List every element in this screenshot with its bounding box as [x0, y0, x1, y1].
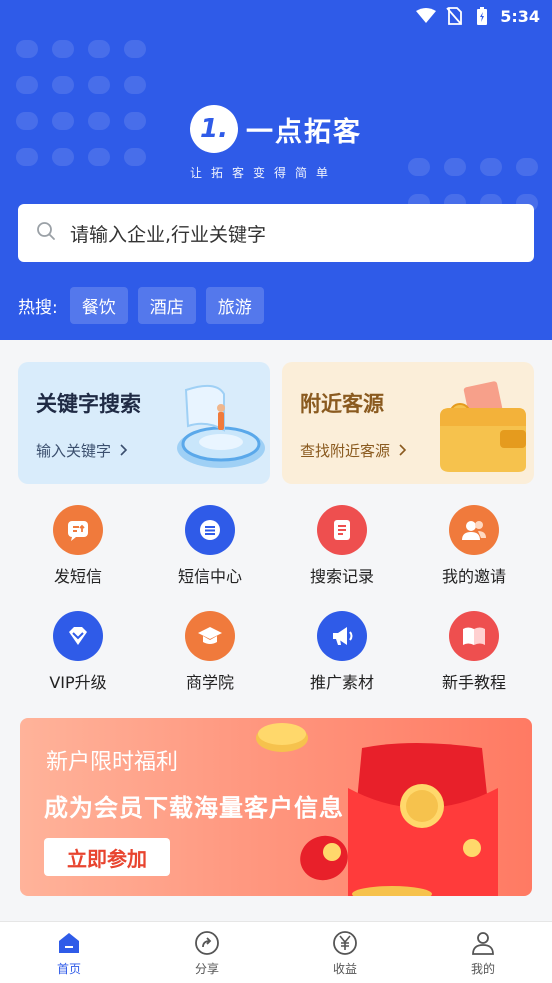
yuan-icon	[331, 929, 359, 957]
grid-item-tutorial[interactable]: 新手教程	[408, 611, 540, 693]
sms-center-icon	[185, 505, 235, 555]
wallet-illustration	[440, 381, 526, 472]
banner-subtitle: 新户限时福利	[46, 750, 179, 775]
grid-label: 商学院	[185, 673, 234, 692]
grid-item-search-record[interactable]: 搜索记录	[276, 505, 408, 587]
battery-charging-icon	[472, 6, 492, 26]
hot-search: 热搜: 餐饮 酒店 旅游	[18, 287, 264, 324]
function-grid: 发短信 短信中心 搜索记录 我的邀请 VIP升级 商学院 推广素材 新手教程	[0, 505, 552, 693]
logo-mark: 1.	[190, 105, 238, 153]
grid-label: 短信中心	[177, 567, 242, 586]
grid-label: 搜索记录	[309, 567, 374, 586]
send-sms-icon	[53, 505, 103, 555]
app-screen: 5:34 1. 一点拓客 让拓客变得简单 请输入企业,行业关键字 热搜: 餐饮 …	[0, 0, 552, 983]
vip-diamond-icon	[53, 611, 103, 661]
tab-label: 我的	[470, 961, 495, 976]
search-icon	[36, 221, 56, 245]
hot-tag[interactable]: 酒店	[137, 287, 196, 324]
grid-label: 我的邀请	[441, 567, 506, 586]
tab-mine[interactable]: 我的	[414, 922, 552, 983]
decor-dots	[16, 40, 146, 170]
app-logo: 1. 一点拓客	[190, 105, 362, 153]
hot-tag[interactable]: 餐饮	[69, 287, 128, 324]
grid-item-sms-center[interactable]: 短信中心	[144, 505, 276, 587]
share-icon	[193, 929, 221, 957]
search-bar[interactable]: 请输入企业,行业关键字	[18, 204, 534, 262]
grid-label: 推广素材	[309, 673, 374, 692]
tab-label: 收益	[332, 961, 357, 976]
status-bar: 5:34	[416, 4, 540, 28]
banner-title: 成为会员下载海量客户信息	[44, 794, 344, 822]
grid-label: 发短信	[53, 567, 102, 586]
grid-item-business-school[interactable]: 商学院	[144, 611, 276, 693]
chevron-right-icon	[119, 442, 129, 460]
status-time: 5:34	[500, 6, 540, 26]
search-platform-illustration	[177, 384, 265, 468]
header: 5:34 1. 一点拓客 让拓客变得简单 请输入企业,行业关键字 热搜: 餐饮 …	[0, 0, 552, 340]
join-now-button[interactable]: 立即参加	[44, 838, 170, 876]
megaphone-icon	[317, 611, 367, 661]
slogan: 让拓客变得简单	[190, 166, 338, 180]
grid-item-vip-upgrade[interactable]: VIP升级	[12, 611, 144, 693]
invite-icon	[449, 505, 499, 555]
tab-home[interactable]: 首页	[0, 922, 138, 983]
book-icon	[449, 611, 499, 661]
grid-item-send-sms[interactable]: 发短信	[12, 505, 144, 587]
search-record-icon	[317, 505, 367, 555]
tab-share[interactable]: 分享	[138, 922, 276, 983]
grid-item-my-invite[interactable]: 我的邀请	[408, 505, 540, 587]
tab-label: 分享	[194, 961, 219, 976]
bottom-tab-bar: 首页 分享 收益 我的	[0, 921, 552, 983]
tab-earnings[interactable]: 收益	[276, 922, 414, 983]
user-icon	[469, 929, 497, 957]
card-title: 关键字搜索	[36, 392, 141, 416]
app-name: 一点拓客	[246, 116, 362, 148]
promo-banner[interactable]: 新户限时福利 成为会员下载海量客户信息 立即参加	[20, 718, 532, 896]
no-sim-icon	[444, 6, 464, 26]
card-subtitle-text: 查找附近客源	[300, 442, 391, 460]
grid-label: VIP升级	[49, 673, 107, 692]
card-subtitle: 查找附近客源	[300, 440, 408, 461]
hot-tag[interactable]: 旅游	[205, 287, 264, 324]
nearby-customers-card[interactable]: 附近客源 查找附近客源	[282, 362, 534, 484]
hot-search-label: 热搜:	[18, 298, 58, 318]
tab-label: 首页	[56, 961, 81, 976]
grid-label: 新手教程	[441, 673, 506, 692]
grid-item-promo-material[interactable]: 推广素材	[276, 611, 408, 693]
card-subtitle-text: 输入关键字	[36, 442, 112, 460]
card-subtitle: 输入关键字	[36, 440, 129, 461]
search-placeholder: 请输入企业,行业关键字	[70, 223, 267, 246]
keyword-search-card[interactable]: 关键字搜索 输入关键字	[18, 362, 270, 484]
wifi-icon	[416, 6, 437, 26]
home-icon	[55, 929, 83, 957]
card-title: 附近客源	[300, 392, 384, 416]
graduation-cap-icon	[185, 611, 235, 661]
chevron-right-icon	[398, 442, 408, 460]
